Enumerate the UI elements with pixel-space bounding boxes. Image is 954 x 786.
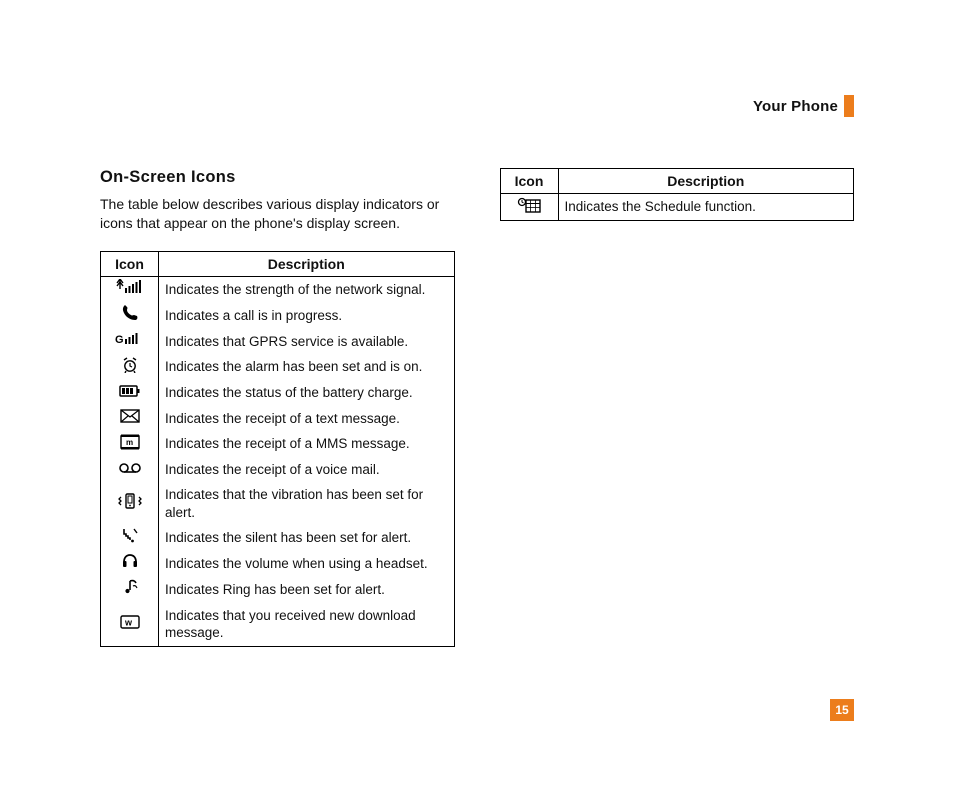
ring-alert-icon: [121, 578, 139, 596]
header-accent-tab: [844, 95, 854, 117]
gprs-icon: G: [115, 332, 145, 346]
icons-table-left: Icon Description Indicates the strength …: [100, 251, 455, 647]
text-message-icon: [120, 409, 140, 423]
page-number-badge: 15: [830, 699, 854, 721]
right-column: Icon Description Indicates the Schedule …: [500, 168, 855, 221]
desc-cell: Indicates that GPRS service is available…: [159, 329, 455, 355]
battery-icon: [119, 385, 141, 397]
page-number: 15: [835, 703, 848, 717]
table-row: G Indicates that GPRS service is availab…: [101, 329, 455, 355]
header-right: Your Phone: [753, 95, 854, 117]
desc-cell: Indicates the silent has been set for al…: [159, 525, 455, 551]
table-row: m Indicates the receipt of a MMS message…: [101, 431, 455, 457]
table-row: Indicates the silent has been set for al…: [101, 525, 455, 551]
table-row: Indicates that the vibration has been se…: [101, 482, 455, 525]
vibration-alert-icon: [117, 493, 143, 509]
section-title: On-Screen Icons: [100, 168, 455, 187]
desc-cell: Indicates the alarm has been set and is …: [159, 354, 455, 380]
desc-cell: Indicates Ring has been set for alert.: [159, 576, 455, 603]
section-intro: The table below describes various displa…: [100, 195, 455, 233]
desc-cell: Indicates the receipt of a voice mail.: [159, 457, 455, 483]
left-column: On-Screen Icons The table below describe…: [100, 168, 455, 647]
signal-strength-icon: [116, 279, 144, 295]
table-row: Indicates the receipt of a text message.: [101, 406, 455, 432]
desc-cell: Indicates that the vibration has been se…: [159, 482, 455, 525]
silent-alert-icon: [121, 528, 139, 544]
svg-text:G: G: [115, 334, 124, 346]
call-in-progress-icon: [121, 304, 139, 322]
desc-cell: Indicates the Schedule function.: [558, 194, 854, 221]
table-row: Indicates the Schedule function.: [500, 194, 854, 221]
svg-text:w: w: [124, 618, 133, 628]
th-icon: Icon: [500, 169, 558, 194]
desc-cell: Indicates the receipt of a text message.: [159, 406, 455, 432]
table-row: Indicates Ring has been set for alert.: [101, 576, 455, 603]
desc-cell: Indicates the strength of the network si…: [159, 276, 455, 302]
desc-cell: Indicates a call is in progress.: [159, 302, 455, 329]
desc-cell: Indicates the receipt of a MMS message.: [159, 431, 455, 457]
table-row: Indicates the volume when using a headse…: [101, 551, 455, 577]
headset-volume-icon: [121, 553, 139, 569]
mms-message-icon: m: [120, 434, 140, 450]
table-row: w Indicates that you received new downlo…: [101, 603, 455, 647]
schedule-icon: [517, 197, 541, 213]
svg-text:m: m: [126, 438, 133, 447]
desc-cell: Indicates the status of the battery char…: [159, 380, 455, 406]
th-description: Description: [558, 169, 854, 194]
page-header-title: Your Phone: [753, 98, 838, 115]
icons-table-right: Icon Description Indicates the Schedule …: [500, 168, 855, 221]
th-description: Description: [159, 251, 455, 276]
table-row: Indicates the status of the battery char…: [101, 380, 455, 406]
table-row: Indicates a call is in progress.: [101, 302, 455, 329]
alarm-icon: [121, 357, 139, 373]
desc-cell: Indicates that you received new download…: [159, 603, 455, 647]
table-row: Indicates the receipt of a voice mail.: [101, 457, 455, 483]
download-message-icon: w: [120, 615, 140, 629]
th-icon: Icon: [101, 251, 159, 276]
table-row: Indicates the alarm has been set and is …: [101, 354, 455, 380]
desc-cell: Indicates the volume when using a headse…: [159, 551, 455, 577]
table-row: Indicates the strength of the network si…: [101, 276, 455, 302]
voicemail-icon: [118, 462, 142, 474]
